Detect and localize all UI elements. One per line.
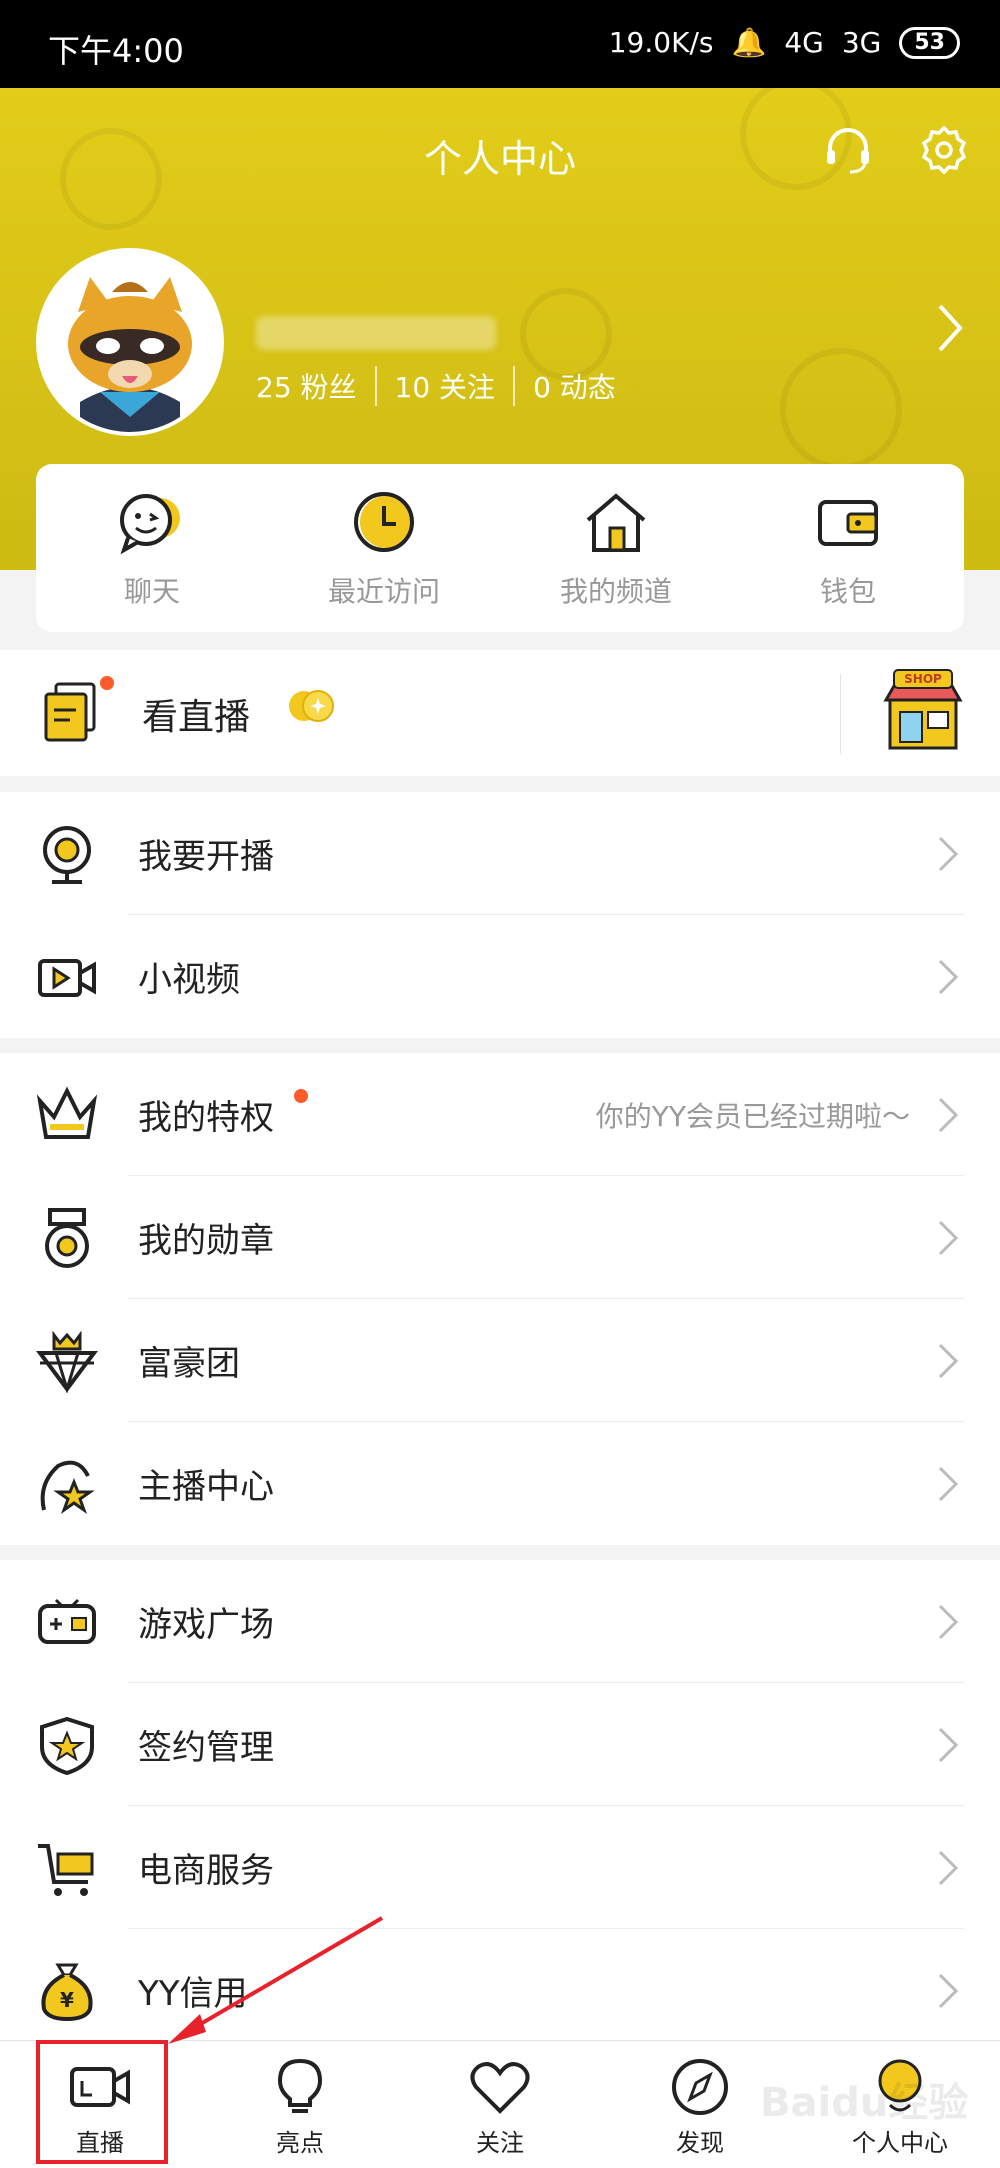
chevron-right-icon (938, 1727, 959, 1763)
quick-chat-label: 聊天 (123, 575, 180, 608)
network-4g: 4G (784, 26, 824, 59)
chevron-right-icon (938, 1220, 959, 1256)
quick-chat[interactable]: 聊天 (36, 464, 268, 632)
status-bar: 下午4:00 19.0K/s 🔔 4G 3G 53 (0, 0, 1000, 88)
avatar[interactable] (36, 248, 224, 436)
raccoon-mascot-icon (40, 252, 220, 432)
profile-stats: 25 粉丝 10 关注 0 动态 (256, 366, 634, 406)
posts-count[interactable]: 0 动态 (515, 366, 634, 406)
membership-expired-hint: 你的YY会员已经过期啦～ (595, 1099, 910, 1133)
video-camera-icon (38, 959, 96, 997)
shop-sign: SHOP (904, 672, 942, 686)
menu-label: 主播中心 (138, 1467, 274, 1507)
shop-icon[interactable]: SHOP (880, 668, 966, 754)
lightbulb-icon (277, 2058, 323, 2113)
menu-label: 游戏广场 (138, 1605, 274, 1645)
headset-icon[interactable] (822, 124, 874, 176)
menu-group-privileges: 我的特权 你的YY会员已经过期啦～ 我的勋章 富豪团 主播中心 (0, 1053, 1000, 1545)
menu-item-rich-group[interactable]: 富豪团 (0, 1299, 1000, 1422)
menu-group-broadcast: 我要开播 小视频 (0, 792, 1000, 1038)
quick-channel-label: 我的频道 (559, 575, 672, 608)
status-right: 19.0K/s 🔔 4G 3G 53 (609, 26, 960, 59)
quick-actions-card: 聊天 最近访问 我的频道 钱包 (36, 464, 964, 632)
menu-item-medals[interactable]: 我的勋章 (0, 1176, 1000, 1299)
menu-label: 我的勋章 (138, 1221, 274, 1261)
medal-icon (45, 1208, 89, 1268)
chevron-right-icon (938, 1604, 959, 1640)
new-badge-dot (100, 676, 114, 690)
chevron-right-icon (938, 959, 959, 995)
chevron-right-icon (938, 1343, 959, 1379)
nav-follow[interactable]: 关注 (400, 2041, 600, 2168)
network-3g: 3G (841, 26, 882, 59)
menu-item-yy-credit[interactable]: ¥ YY信用 (0, 1929, 1000, 2052)
nav-label: 发现 (676, 2129, 724, 2157)
nav-label: 关注 (476, 2129, 524, 2157)
menu-item-ecommerce[interactable]: 电商服务 (0, 1806, 1000, 1929)
follows-count[interactable]: 10 关注 (377, 366, 516, 406)
network-speed: 19.0K/s (608, 26, 714, 59)
status-time: 下午4:00 (48, 32, 184, 70)
heart-icon (470, 2062, 530, 2114)
chevron-right-icon (938, 1097, 959, 1133)
username-blurred (256, 316, 496, 350)
nav-label: 个人中心 (852, 2129, 948, 2157)
quick-recent[interactable]: 最近访问 (268, 464, 500, 632)
menu-label: 富豪团 (138, 1344, 240, 1384)
money-bag-icon: ¥ (41, 1963, 93, 2022)
battery-indicator: 53 (899, 26, 960, 59)
bell-icon: 🔔 (731, 26, 767, 59)
watermark: Baidu经验 (760, 2080, 969, 2126)
quick-wallet-label: 钱包 (819, 575, 876, 608)
crown-icon (36, 1086, 98, 1139)
menu-group-services: 游戏广场 签约管理 电商服务 ¥ YY信用 (0, 1560, 1000, 2052)
new-badge-dot (294, 1089, 308, 1103)
chevron-right-icon (938, 1466, 959, 1502)
shield-star-icon (40, 1716, 94, 1776)
menu-item-start-broadcast[interactable]: 我要开播 (0, 792, 1000, 915)
shopping-cart-icon (38, 1844, 94, 1896)
menu-label: 我要开播 (138, 837, 274, 877)
anchor-star-icon (40, 1460, 95, 1514)
nav-label: 亮点 (276, 2129, 324, 2157)
diamond-crown-icon (36, 1331, 98, 1393)
chevron-right-icon (938, 836, 959, 872)
chevron-right-icon[interactable] (930, 298, 970, 358)
menu-item-short-video[interactable]: 小视频 (0, 915, 1000, 1038)
webcam-icon (43, 826, 91, 884)
watch-live-icon (44, 682, 96, 742)
wallet-icon (818, 500, 878, 546)
settings-icon[interactable] (918, 124, 970, 176)
fans-count[interactable]: 25 粉丝 (256, 366, 377, 406)
menu-item-privileges[interactable]: 我的特权 你的YY会员已经过期啦～ (0, 1053, 1000, 1176)
annotation-arrow-icon (168, 1916, 384, 2044)
chevron-right-icon (938, 1973, 959, 2009)
menu-label: 小视频 (138, 960, 240, 1000)
nav-highlights[interactable]: 亮点 (200, 2041, 400, 2168)
chevron-right-icon (938, 1850, 959, 1886)
quick-channel[interactable]: 我的频道 (500, 464, 732, 632)
menu-label: 签约管理 (138, 1728, 274, 1768)
chat-bubble-icon (120, 494, 180, 555)
highlight-box (36, 2040, 168, 2164)
menu-item-contract[interactable]: 签约管理 (0, 1683, 1000, 1806)
quick-recent-label: 最近访问 (327, 575, 440, 608)
watch-live-row[interactable]: 看直播 SHOP (0, 650, 1000, 776)
clock-icon (354, 492, 414, 552)
menu-item-game-plaza[interactable]: 游戏广场 (0, 1560, 1000, 1683)
menu-item-anchor-center[interactable]: 主播中心 (0, 1422, 1000, 1545)
svg-text:¥: ¥ (60, 1988, 74, 2012)
compass-icon (672, 2059, 728, 2115)
divider (840, 674, 841, 754)
gamepad-icon (38, 1598, 96, 1644)
menu-label: 电商服务 (138, 1851, 274, 1891)
menu-label: 我的特权 (138, 1098, 274, 1138)
home-icon (586, 493, 646, 552)
coins-icon (289, 690, 334, 722)
quick-wallet[interactable]: 钱包 (732, 464, 964, 632)
watch-live-label: 看直播 (142, 697, 251, 738)
